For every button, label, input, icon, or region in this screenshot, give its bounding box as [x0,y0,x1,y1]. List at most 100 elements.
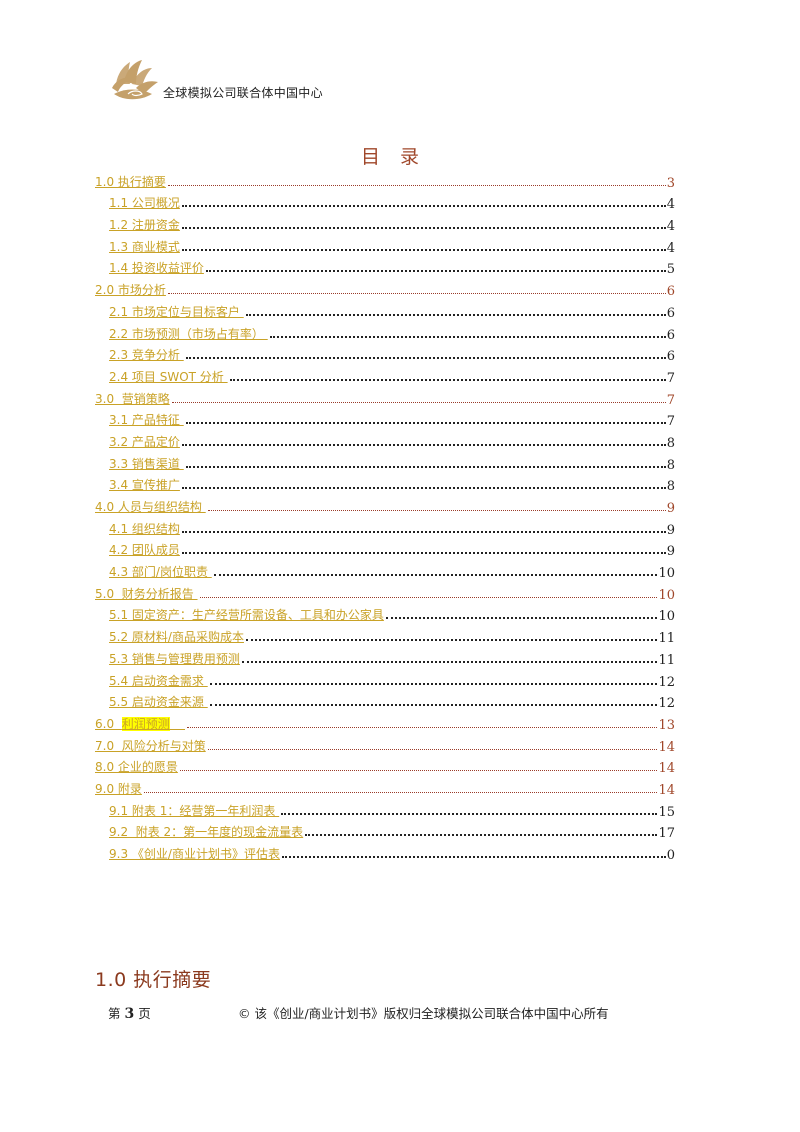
toc-entry[interactable]: 4.3 部门/岗位职责 10 [95,559,675,581]
toc-page-number: 7 [666,414,675,430]
toc-entry-link[interactable]: 5.0 财务分析报告 [95,585,198,603]
toc-entry[interactable]: 3.0 营销策略 7 [95,386,675,408]
toc-entry-suffix [170,717,185,731]
toc-page-number: 9 [666,544,675,560]
toc-entry[interactable]: 2.0 市场分析 6 [95,277,675,299]
toc-page-number: 6 [666,349,675,365]
toc-entry[interactable]: 4.2 团队成员 9 [95,538,675,560]
toc-entry-link[interactable]: 4.0 人员与组织结构 [95,498,206,516]
toc-entry[interactable]: 1.3 商业模式 4 [95,234,675,256]
toc-entry-link[interactable]: 3.3 销售渠道 [109,455,184,473]
dot-leader [209,682,658,685]
toc-entry[interactable]: 5.5 启动资金来源 12 [95,690,675,711]
toc-page-number: 4 [666,240,675,256]
toc-entry-link[interactable]: 1.2 注册资金 [109,216,180,234]
dot-leader [205,270,666,273]
toc-entry[interactable]: 2.1 市场定位与目标客户 6 [95,299,675,321]
toc-entry[interactable]: 2.4 项目 SWOT 分析 7 [95,364,675,386]
toc-entry[interactable]: 9.3 《创业/商业计划书》评估表 0 [95,841,675,863]
toc-entry[interactable]: 3.4 宣传推广 8 [95,473,675,494]
toc-page-number: 6 [666,305,675,321]
toc-entry[interactable]: 1.4 投资收益评价 5 [95,256,675,277]
toc-entry[interactable]: 3.1 产品特征 7 [95,408,675,430]
toc-entry-link[interactable]: 5.5 启动资金来源 [109,693,208,711]
toc-entry-link[interactable]: 1.0 执行摘要 [95,173,166,191]
toc-entry[interactable]: 2.3 竞争分析 6 [95,343,675,365]
toc-entry[interactable]: 5.1 固定资产：生产经营所需设备、工具和办公家具 10 [95,603,675,625]
toc-entry-link[interactable]: 9.3 《创业/商业计划书》评估表 [109,845,280,863]
toc-entry-link[interactable]: 5.1 固定资产：生产经营所需设备、工具和办公家具 [109,606,384,624]
dot-leader [181,248,666,251]
toc-entry[interactable]: 4.0 人员与组织结构 9 [95,494,675,516]
dot-leader [171,401,666,403]
dot-leader [199,596,658,598]
toc-entry-link[interactable]: 9.1 附表 1：经营第一年利润表 [109,802,279,820]
toc-entry[interactable]: 3.2 产品定价 8 [95,429,675,451]
organization-name: 全球模拟公司联合体中国中心 [163,86,323,100]
toc-entry-link[interactable]: 4.3 部门/岗位职责 [109,563,212,581]
toc-entry[interactable]: 5.3 销售与管理费用预测 11 [95,646,675,668]
toc-entry-link[interactable]: 3.1 产品特征 [109,411,184,429]
toc-page-number: 6 [666,284,675,300]
toc-entry-link[interactable]: 2.2 市场预测（市场占有率） [109,325,268,343]
toc-entry-link[interactable]: 9.2 附表 2：第一年度的现金流量表 [109,823,303,841]
toc-entry-link[interactable]: 1.1 公司概况 [109,194,180,212]
toc-entry-link[interactable]: 3.2 产品定价 [109,433,180,451]
toc-page-number: 7 [666,370,675,386]
toc-page-number: 10 [658,609,675,625]
toc-entry[interactable]: 4.1 组织结构 9 [95,516,675,538]
dot-leader [385,617,658,620]
toc-entry-link[interactable]: 5.4 启动资金需求 [109,672,208,690]
toc-page-number: 11 [658,652,675,668]
toc-entry-link[interactable]: 4.2 团队成员 [109,541,180,559]
toc-page-number: 15 [658,804,675,820]
toc-entry-link[interactable]: 4.1 组织结构 [109,520,180,538]
toc-entry[interactable]: 9.2 附表 2：第一年度的现金流量表 17 [95,820,675,841]
toc-entry[interactable]: 2.2 市场预测（市场占有率） 6 [95,321,675,343]
dot-leader [281,812,658,815]
toc-entry-link[interactable]: 2.3 竞争分析 [109,346,184,364]
toc-entry-link[interactable]: 1.4 投资收益评价 [109,259,204,277]
toc-entry[interactable]: 5.0 财务分析报告 10 [95,581,675,603]
toc-entry[interactable]: 5.2 原材料/商品采购成本 11 [95,624,675,646]
toc-entry[interactable]: 7.0 风险分析与对策 14 [95,733,675,755]
toc-entry-link[interactable]: 2.1 市场定位与目标客户 [109,303,244,321]
dot-leader [181,443,666,446]
dot-leader [187,726,658,728]
toc-entry[interactable]: 1.2 注册资金 4 [95,212,675,234]
toc-entry[interactable]: 1.1 公司概况 4 [95,191,675,213]
dot-leader [305,834,658,837]
toc-entry-link[interactable]: 9.0 附录 [95,780,142,798]
toc-entry[interactable]: 5.4 启动资金需求 12 [95,668,675,690]
toc-entry-link[interactable]: 5.3 销售与管理费用预测 [109,650,240,668]
toc-title: 目录 [360,146,439,168]
toc-entry[interactable]: 6.0 利润预测 13 [95,711,675,733]
dot-leader [207,748,658,750]
toc-entry[interactable]: 3.3 销售渠道 8 [95,451,675,473]
dot-leader [185,465,666,468]
dot-leader [181,552,666,555]
dot-leader [185,422,666,425]
dot-leader [245,639,658,642]
toc-entry-link[interactable]: 1.3 商业模式 [109,238,180,256]
toc-entry-link[interactable]: 6.0 利润预测 [95,715,185,733]
dot-leader [167,293,666,295]
dot-leader [185,357,666,360]
toc-entry-link[interactable]: 2.4 项目 SWOT 分析 [109,368,228,386]
toc-page-number: 4 [666,197,675,213]
toc-entry-link[interactable]: 8.0 企业的愿景 [95,758,178,776]
toc-page-number: 14 [658,761,675,777]
toc-entry[interactable]: 1.0 执行摘要 3 [95,169,675,191]
toc-entry-link[interactable]: 5.2 原材料/商品采购成本 [109,628,244,646]
dot-leader [181,227,666,230]
toc-entry-link[interactable]: 2.0 市场分析 [95,281,166,299]
toc-entry[interactable]: 9.0 附录 14 [95,776,675,798]
dot-leader [181,530,666,533]
toc-page-number: 14 [658,739,675,755]
toc-entry-link[interactable]: 7.0 风险分析与对策 [95,737,206,755]
toc-entry-link[interactable]: 3.0 营销策略 [95,390,170,408]
toc-entry-link[interactable]: 3.4 宣传推广 [109,476,180,494]
toc-entry[interactable]: 9.1 附表 1：经营第一年利润表 15 [95,798,675,820]
toc-entry[interactable]: 8.0 企业的愿景 14 [95,755,675,777]
toc-page-number: 10 [658,566,675,582]
